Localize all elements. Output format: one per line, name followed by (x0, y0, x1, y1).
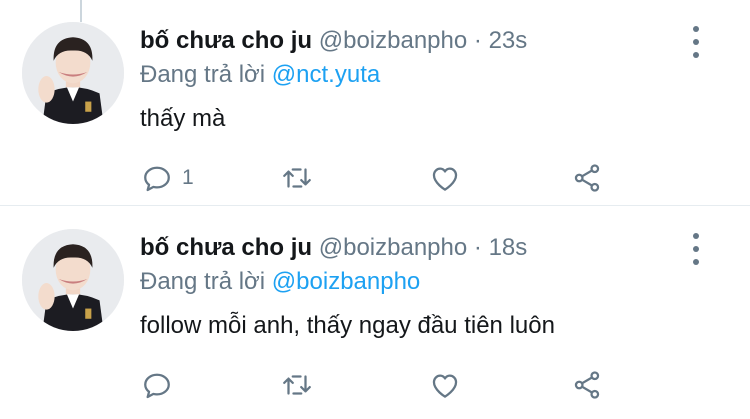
more-icon[interactable] (690, 231, 702, 267)
reply-icon (144, 166, 170, 192)
avatar[interactable] (22, 229, 124, 331)
tweet-header: bố chưa cho ju @boizbanpho · 18s (140, 233, 527, 263)
reply-button[interactable] (140, 367, 182, 403)
replying-to: Đang trả lời @boizbanpho (140, 267, 420, 297)
replying-to: Đang trả lời @nct.yuta (140, 60, 380, 90)
retweet-icon (283, 168, 311, 188)
retweet-button[interactable] (280, 160, 314, 196)
timestamp[interactable]: 23s (489, 27, 528, 54)
tweet-text: thấy mà (140, 105, 226, 132)
divider (0, 205, 750, 206)
tweet[interactable]: bố chưa cho ju @boizbanpho · 18s Đang tr… (0, 207, 750, 412)
separator-dot: · (473, 27, 482, 54)
tweet-actions (140, 367, 620, 403)
like-icon (432, 167, 458, 191)
user-handle[interactable]: @boizbanpho (319, 27, 467, 54)
like-button[interactable] (428, 367, 462, 403)
tweet-text: follow mỗi anh, thấy ngay đầu tiên luôn (140, 312, 555, 339)
replying-to-label: Đang trả lời (140, 268, 266, 295)
like-button[interactable] (428, 160, 462, 196)
tweet-header: bố chưa cho ju @boizbanpho · 23s (140, 26, 527, 56)
timestamp[interactable]: 18s (489, 234, 528, 261)
user-handle[interactable]: @boizbanpho (319, 234, 467, 261)
avatar-image (22, 229, 124, 331)
separator-dot: · (473, 234, 482, 261)
share-button[interactable] (570, 160, 604, 196)
share-button[interactable] (570, 367, 604, 403)
share-icon (574, 371, 600, 399)
reply-count: 1 (182, 166, 194, 189)
like-icon (432, 374, 458, 398)
display-name[interactable]: bố chưa cho ju (140, 27, 312, 54)
retweet-button[interactable] (280, 367, 314, 403)
retweet-icon (283, 375, 311, 395)
avatar[interactable] (22, 22, 124, 124)
share-icon (574, 164, 600, 192)
tweet[interactable]: bố chưa cho ju @boizbanpho · 23s Đang tr… (0, 0, 750, 206)
more-icon[interactable] (690, 24, 702, 60)
replying-to-mention[interactable]: @nct.yuta (272, 61, 380, 88)
display-name[interactable]: bố chưa cho ju (140, 234, 312, 261)
reply-icon (144, 373, 170, 399)
replying-to-mention[interactable]: @boizbanpho (272, 268, 420, 295)
avatar-image (22, 22, 124, 124)
tweet-actions: 1 (140, 160, 620, 196)
replying-to-label: Đang trả lời (140, 61, 266, 88)
reply-button[interactable]: 1 (140, 160, 194, 196)
